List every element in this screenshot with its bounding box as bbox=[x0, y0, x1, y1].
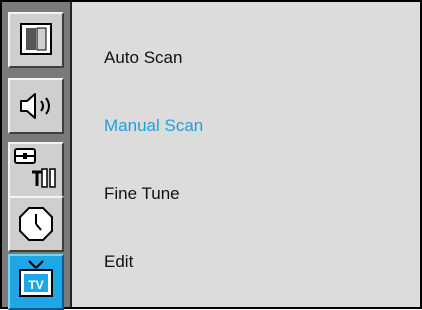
setup-tools-icon bbox=[14, 148, 56, 188]
menu-item-manual-scan[interactable]: Manual Scan bbox=[104, 114, 203, 138]
tab-time[interactable] bbox=[8, 196, 64, 252]
tab-sound[interactable] bbox=[8, 78, 64, 134]
category-sidebar: TV bbox=[2, 2, 72, 310]
tab-tv[interactable]: TV bbox=[8, 254, 64, 310]
menu-item-fine-tune[interactable]: Fine Tune bbox=[104, 182, 180, 206]
clock-icon bbox=[19, 207, 53, 241]
channel-menu: Auto Scan Manual Scan Fine Tune Edit bbox=[72, 2, 420, 307]
menu-item-auto-scan[interactable]: Auto Scan bbox=[104, 46, 182, 70]
sound-icon bbox=[20, 93, 50, 119]
tv-icon-label: TV bbox=[28, 278, 43, 292]
tv-icon: TV bbox=[19, 260, 53, 297]
tab-setup[interactable] bbox=[8, 142, 64, 198]
osd-menu-window: TV Auto Scan Manual Scan Fine Tune Edit bbox=[0, 0, 422, 310]
menu-item-edit[interactable]: Edit bbox=[104, 250, 133, 274]
tab-picture[interactable] bbox=[8, 12, 64, 68]
picture-icon bbox=[20, 23, 52, 55]
